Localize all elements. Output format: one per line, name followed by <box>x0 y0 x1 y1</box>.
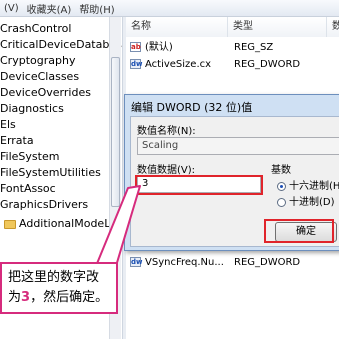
callout-suffix: ，然后确定。 <box>30 290 109 305</box>
callout-number: 3 <box>21 290 31 305</box>
instruction-callout: 把这里的数字改 为3，然后确定。 <box>0 262 118 314</box>
callout-prefix: 为 <box>8 290 22 305</box>
callout-line-2: 为3，然后确定。 <box>8 288 112 308</box>
callout-line-1: 把这里的数字改 <box>8 270 100 285</box>
arrow-shape <box>95 185 141 267</box>
